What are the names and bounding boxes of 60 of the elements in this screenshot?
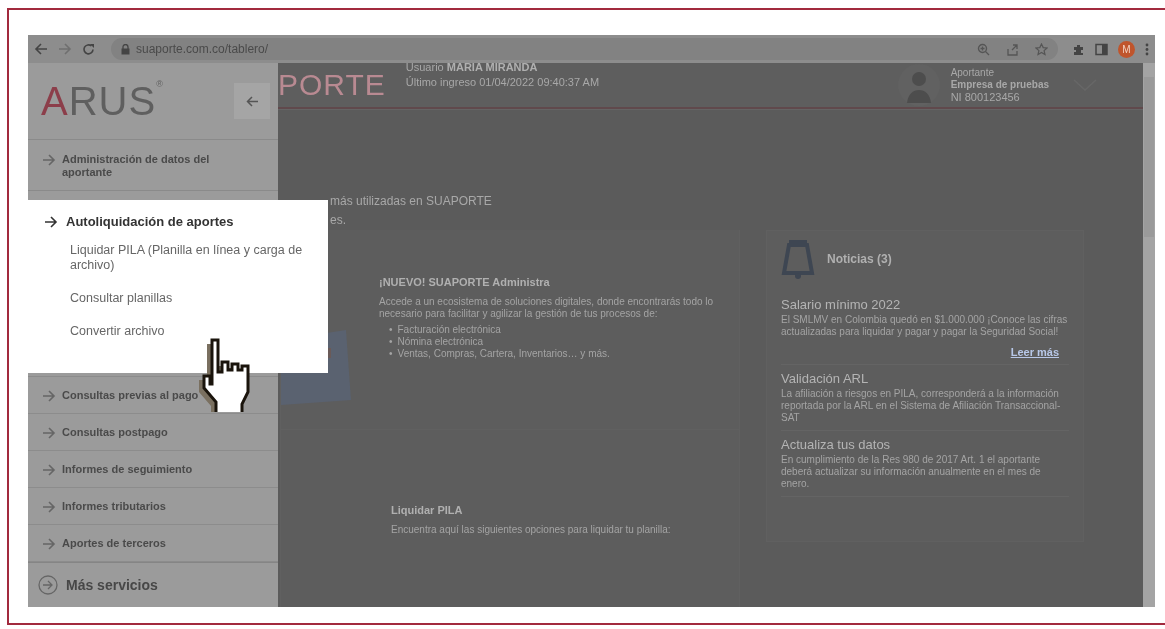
bullet-item: Facturación electrónica: [397, 324, 501, 336]
logo: PORTE: [278, 69, 386, 101]
arrow-icon: [42, 501, 56, 513]
last-login: Último ingreso 01/04/2022 09:40:37 AM: [405, 75, 601, 90]
sidebar-item[interactable]: Informes de seguimiento: [28, 451, 278, 488]
user-name: Usuario MARIA MIRANDA: [405, 63, 539, 75]
bullet-icon: •: [389, 336, 393, 348]
news-item-text: En cumplimiento de la Res 980 de 2017 Art. 1 el aportante deberá actualizar su información anualmente en el mes de enero.: [781, 454, 1042, 490]
news-item-text: El SMLMV en Colombia quedó en $1.000.000 ¡Conoce las cifras actualizadas para liquidar y pagar y pagar la Seguridad Social!: [781, 314, 1069, 338]
arrow-icon: [42, 464, 56, 476]
account-role: Aportante: [950, 67, 995, 79]
read-more-link[interactable]: Leer más: [1010, 346, 1059, 358]
arrow-icon: [42, 538, 56, 550]
news-item-title: Actualiza tus datos: [781, 437, 892, 452]
news-item-title: Validación ARL: [781, 371, 870, 386]
puzzle-piece-icon[interactable]: [1072, 42, 1085, 56]
logo: ARUS$^{®}$: [41, 78, 164, 124]
side-panel-icon[interactable]: [1095, 42, 1108, 56]
company-name: Empresa de pruebas: [950, 79, 1049, 91]
company-id: NI 800123456: [950, 91, 1021, 103]
submenu-item[interactable]: Liquidar PILA (Planilla en línea y carga de archivo): [44, 243, 312, 273]
bullet-icon: •: [389, 348, 393, 360]
arrow-icon: [42, 427, 56, 439]
card-description: Accede a un ecosistema de soluciones digitales, donde encontrarás todo lo necesario para facilitar y agilizar la gestión de tus procesos de:: [379, 296, 715, 320]
zoom-icon: [977, 42, 990, 56]
share-icon: [1006, 42, 1019, 56]
address-bar[interactable]: suaporte.com.co/tablero/: [111, 38, 1058, 60]
bullet-item: Nómina electrónica: [397, 336, 484, 348]
sidebar-item[interactable]: Informes tributarios: [28, 488, 278, 525]
more-options-icon[interactable]: [1145, 42, 1149, 56]
scrollbar[interactable]: [1143, 63, 1155, 607]
sidebar-item[interactable]: Administración de datos del aportante: [28, 140, 278, 190]
back-button[interactable]: [234, 83, 270, 119]
url-text: suaporte.com.co/tablero/: [136, 42, 270, 56]
card-description: Encuentra aquí las siguientes opciones para liquidar tu planilla:: [391, 524, 672, 536]
arrow-icon: [42, 154, 56, 166]
lock-icon: [121, 43, 130, 55]
sidebar-item[interactable]: Aportes de terceros: [28, 525, 278, 562]
reload-icon[interactable]: [82, 42, 95, 56]
arrow-icon: [44, 215, 58, 228]
profile-avatar[interactable]: M: [1118, 40, 1135, 58]
back-arrow-icon: [245, 95, 259, 107]
news-item-text: La afiliación a riesgos en PILA, corresponderá a la información reportada por la ARL en el Sistema de Afiliación Transaccional-SAT: [781, 388, 1062, 424]
news-item-title: Salario mínimo 2022: [781, 297, 902, 312]
submenu-item[interactable]: Consultar planillas: [44, 291, 312, 306]
card-title: Liquidar PILA: [391, 504, 464, 516]
news-title: Noticias (3): [827, 252, 892, 266]
card-title: ¡NUEVO! SUAPORTE Administra: [379, 276, 551, 288]
star-icon: [1035, 42, 1048, 56]
submenu-item[interactable]: Convertir archivo: [44, 324, 312, 339]
bell-icon: [781, 239, 815, 279]
intro-text: es.: [330, 212, 347, 229]
sidebar-item[interactable]: Consultas postpago: [28, 414, 278, 451]
submenu-title[interactable]: Autoliquidación de aportes: [44, 214, 312, 229]
intro-text: más utilizadas en SUAPORTE: [330, 193, 493, 210]
arrow-icon: [42, 390, 56, 402]
bullet-icon: •: [389, 324, 393, 336]
back-icon[interactable]: [34, 43, 48, 55]
bullet-item: Ventas, Compras, Cartera, Inventarios… y más.: [397, 348, 610, 360]
more-services-item[interactable]: Más servicios: [28, 562, 278, 607]
